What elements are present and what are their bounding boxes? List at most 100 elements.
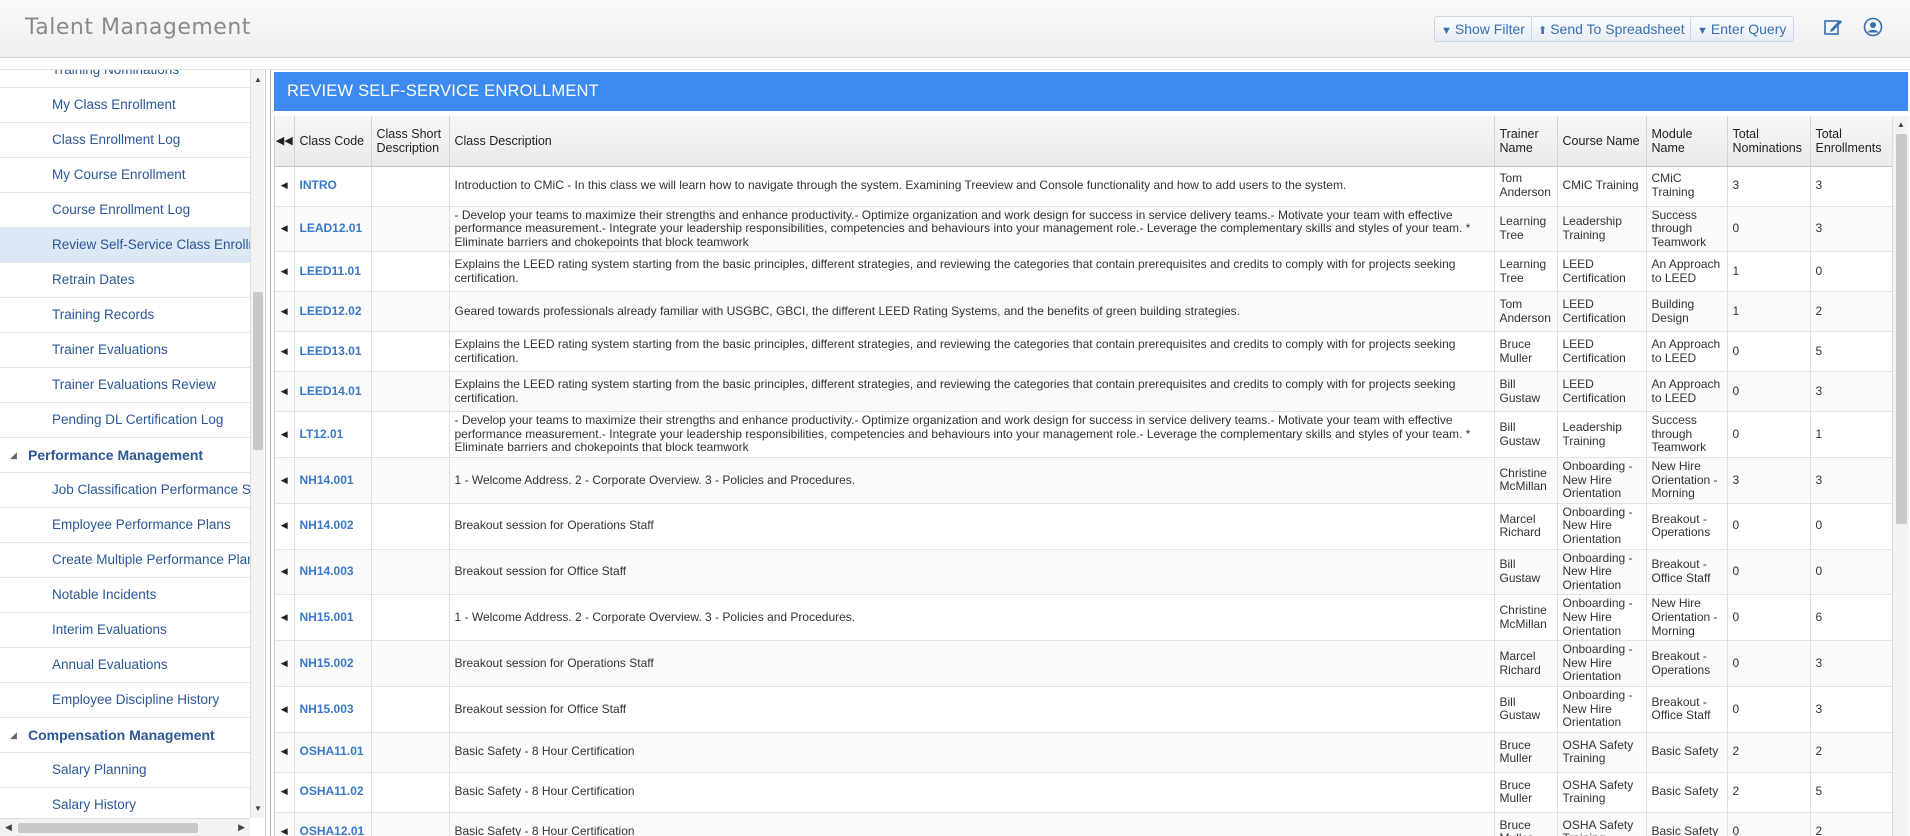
sidebar-item-trainer-evaluations[interactable]: Trainer Evaluations xyxy=(0,333,250,368)
table-row[interactable]: ◀ LEED14.01 Explains the LEED rating syste… xyxy=(275,371,1892,413)
sidebar-item-salary-planning[interactable]: Salary Planning xyxy=(0,753,250,788)
scroll-thumb[interactable] xyxy=(1896,134,1907,524)
sidebar-item-review-self-service[interactable]: Review Self-Service Class Enrollm xyxy=(0,228,250,263)
edit-icon[interactable] xyxy=(1822,17,1844,39)
cell-class-code[interactable]: NH14.002 xyxy=(294,503,372,550)
send-to-spreadsheet-button[interactable]: ⬆ Send To Spreadsheet xyxy=(1531,16,1693,42)
sidebar-item-class-enrollment-log[interactable]: Class Enrollment Log xyxy=(0,123,250,158)
row-expand-icon[interactable]: ◀ xyxy=(275,686,295,733)
sidebar-horizontal-scrollbar[interactable]: ◀ ▶ xyxy=(0,818,250,836)
col-header-total-enrollments[interactable]: Total Enrollments xyxy=(1810,116,1892,167)
show-filter-button[interactable]: ▼ Show Filter xyxy=(1434,16,1533,42)
sidebar-item-retrain-dates[interactable]: Retrain Dates xyxy=(0,263,250,298)
table-row[interactable]: ◀ NH15.003 Breakout session for Office Sta… xyxy=(275,686,1892,733)
cell-class-code[interactable]: LEED13.01 xyxy=(294,331,372,373)
sidebar-item-notable-incidents[interactable]: Notable Incidents xyxy=(0,578,250,613)
col-header-total-nominations[interactable]: Total Nominations xyxy=(1727,116,1811,167)
cell-class-code[interactable]: OSHA11.02 xyxy=(294,772,372,813)
row-expand-icon[interactable]: ◀ xyxy=(275,291,295,333)
cell-class-code[interactable]: OSHA11.01 xyxy=(294,732,372,773)
cell-total-nominations: 0 xyxy=(1727,331,1811,373)
sidebar-item-my-course-enrollment[interactable]: My Course Enrollment xyxy=(0,158,250,193)
sidebar-item-course-enrollment-log[interactable]: Course Enrollment Log xyxy=(0,193,250,228)
user-icon[interactable] xyxy=(1862,17,1884,39)
sidebar-item-salary-history[interactable]: Salary History xyxy=(0,788,250,818)
table-row[interactable]: ◀ OSHA11.01 Basic Safety - 8 Hour Certific… xyxy=(275,732,1892,773)
row-expand-icon[interactable]: ◀ xyxy=(275,503,295,550)
sidebar-item-pending-dl-certification-log[interactable]: Pending DL Certification Log xyxy=(0,403,250,438)
sidebar-group-compensation[interactable]: ◢ Compensation Management xyxy=(0,718,250,753)
table-row[interactable]: ◀ NH14.001 1 - Welcome Address. 2 - Corpor… xyxy=(275,457,1892,504)
sidebar-item-my-class-enrollment[interactable]: My Class Enrollment xyxy=(0,88,250,123)
scroll-thumb[interactable] xyxy=(253,292,263,450)
cell-class-code[interactable]: LEAD12.01 xyxy=(294,206,372,253)
row-expand-icon[interactable]: ◀ xyxy=(275,549,295,596)
col-header-class-short-description[interactable]: Class Short Description xyxy=(371,116,450,167)
row-expand-icon[interactable]: ◀ xyxy=(275,371,295,413)
sidebar-item-annual-evaluations[interactable]: Annual Evaluations xyxy=(0,648,250,683)
cell-class-code[interactable]: LEED12.02 xyxy=(294,291,372,333)
cell-class-code[interactable]: NH15.003 xyxy=(294,686,372,733)
row-expand-icon[interactable]: ◀ xyxy=(275,457,295,504)
scroll-right-icon[interactable]: ▶ xyxy=(238,822,245,833)
table-row[interactable]: ◀ NH15.001 1 - Welcome Address. 2 - Corpor… xyxy=(275,594,1892,642)
grid-vertical-scrollbar[interactable]: ▲ xyxy=(1892,116,1909,836)
collapse-triangle-icon[interactable]: ◢ xyxy=(10,718,17,752)
sidebar-item-employee-performance-plans[interactable]: Employee Performance Plans xyxy=(0,508,250,543)
scroll-up-icon[interactable]: ▲ xyxy=(254,75,262,84)
sidebar-item-training-nominations[interactable]: Training Nominations xyxy=(0,70,250,88)
col-header-module-name[interactable]: Module Name xyxy=(1646,116,1728,167)
table-row[interactable]: ◀ NH14.003 Breakout session for Office Sta… xyxy=(275,549,1892,596)
scroll-up-icon[interactable]: ▲ xyxy=(1897,120,1905,129)
table-row[interactable]: ◀ NH14.002 Breakout session for Operations… xyxy=(275,503,1892,550)
table-row[interactable]: ◀ LEAD12.01 - Develop your teams to maximi… xyxy=(275,206,1892,253)
row-expand-icon[interactable]: ◀ xyxy=(275,251,295,293)
sidebar-item-trainer-evaluations-review[interactable]: Trainer Evaluations Review xyxy=(0,368,250,403)
col-header-class-code[interactable]: Class Code xyxy=(294,116,372,167)
row-expand-icon[interactable]: ◀ xyxy=(275,640,295,687)
row-expand-icon[interactable]: ◀ xyxy=(275,166,295,207)
cell-module-name: Breakout - Office Staff xyxy=(1646,549,1728,596)
cell-class-code[interactable]: NH14.003 xyxy=(294,549,372,596)
cell-class-code[interactable]: NH14.001 xyxy=(294,457,372,504)
table-row[interactable]: ◀ LEED11.01 Explains the LEED rating syste… xyxy=(275,251,1892,293)
sidebar-item-create-multiple-performance-plans[interactable]: Create Multiple Performance Plans xyxy=(0,543,250,578)
cell-class-code[interactable]: NH15.001 xyxy=(294,594,372,642)
table-row[interactable]: ◀ LEED13.01 Explains the LEED rating syste… xyxy=(275,331,1892,373)
scroll-down-icon[interactable]: ▼ xyxy=(254,804,262,813)
cell-class-code[interactable]: LEED11.01 xyxy=(294,251,372,293)
row-expand-icon[interactable]: ◀ xyxy=(275,206,295,253)
table-row[interactable]: ◀ LT12.01 - Develop your teams to maximize… xyxy=(275,411,1892,459)
collapse-triangle-icon[interactable]: ◢ xyxy=(10,438,17,472)
scroll-thumb[interactable] xyxy=(18,823,198,833)
col-header-course-name[interactable]: Course Name xyxy=(1557,116,1647,167)
row-expand-icon[interactable]: ◀ xyxy=(275,772,295,813)
table-row[interactable]: ◀ OSHA11.02 Basic Safety - 8 Hour Certific… xyxy=(275,772,1892,813)
row-expand-icon[interactable]: ◀ xyxy=(275,732,295,773)
sidebar-item-interim-evaluations[interactable]: Interim Evaluations xyxy=(0,613,250,648)
row-expand-icon[interactable]: ◀ xyxy=(275,411,295,459)
table-row[interactable]: ◀ NH15.002 Breakout session for Operations… xyxy=(275,640,1892,687)
sidebar-item-job-classification[interactable]: Job Classification Performance St xyxy=(0,473,250,508)
row-expand-icon[interactable]: ◀ xyxy=(275,594,295,642)
scroll-left-icon[interactable]: ◀ xyxy=(5,822,12,833)
sidebar-vertical-scrollbar[interactable]: ▲ ▼ xyxy=(250,70,264,818)
table-row[interactable]: ◀ INTRO Introduction to CMiC - In this cla… xyxy=(275,166,1892,207)
table-row[interactable]: ◀ LEED12.02 Geared towards professionals a… xyxy=(275,291,1892,333)
col-header-trainer-name[interactable]: Trainer Name xyxy=(1494,116,1558,167)
table-row[interactable]: ◀ OSHA12.01 Basic Safety - 8 Hour Certific… xyxy=(275,812,1892,836)
cell-module-name: An Approach to LEED xyxy=(1646,251,1728,293)
sidebar-group-performance[interactable]: ◢ Performance Management xyxy=(0,438,250,473)
cell-class-code[interactable]: OSHA12.01 xyxy=(294,812,372,836)
cell-class-code[interactable]: NH15.002 xyxy=(294,640,372,687)
sidebar-item-training-records[interactable]: Training Records xyxy=(0,298,250,333)
col-header-class-description[interactable]: Class Description xyxy=(449,116,1495,167)
cell-class-code[interactable]: LEED14.01 xyxy=(294,371,372,413)
row-expand-icon[interactable]: ◀ xyxy=(275,331,295,373)
sidebar-item-employee-discipline-history[interactable]: Employee Discipline History xyxy=(0,683,250,718)
cell-class-code[interactable]: LT12.01 xyxy=(294,411,372,459)
enter-query-button[interactable]: ▼ Enter Query xyxy=(1690,16,1795,42)
cell-class-code[interactable]: INTRO xyxy=(294,166,372,207)
collapse-all-icon[interactable]: ◀◀ xyxy=(275,116,295,167)
row-expand-icon[interactable]: ◀ xyxy=(275,812,295,836)
